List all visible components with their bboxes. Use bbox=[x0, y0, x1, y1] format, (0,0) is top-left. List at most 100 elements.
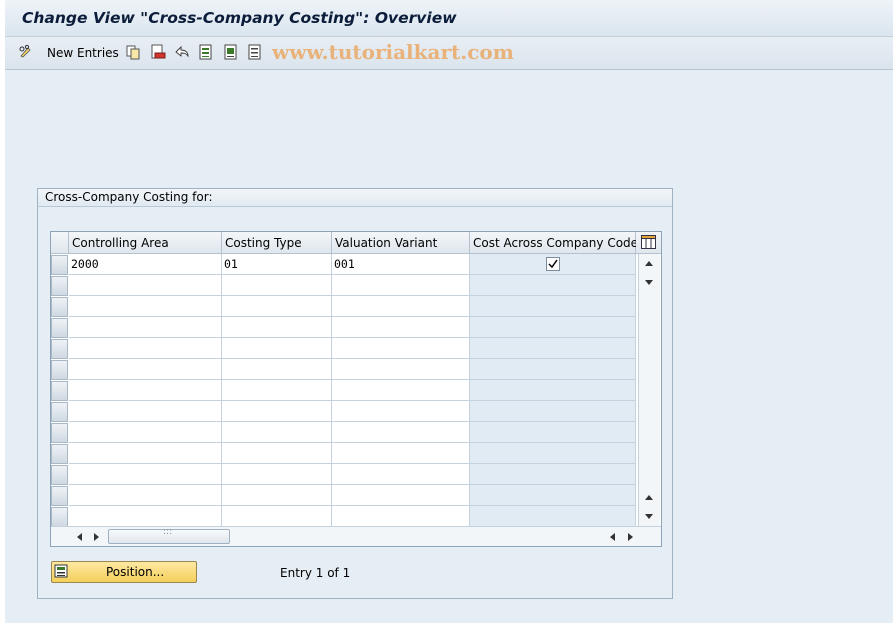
delete-icon[interactable] bbox=[150, 44, 166, 60]
row-selector[interactable] bbox=[51, 444, 68, 464]
cell-costing-type[interactable] bbox=[222, 443, 332, 464]
cell-costing-type[interactable] bbox=[222, 317, 332, 338]
row-selector[interactable] bbox=[51, 318, 68, 338]
scroll-column-right-icon[interactable] bbox=[625, 531, 635, 541]
cell-valuation-variant[interactable] bbox=[332, 506, 470, 527]
cell-valuation-variant[interactable] bbox=[332, 380, 470, 401]
cell-costing-type[interactable] bbox=[222, 485, 332, 506]
cell-controlling-area[interactable] bbox=[69, 401, 222, 422]
cell-costing-type[interactable] bbox=[222, 380, 332, 401]
horizontal-scroll-thumb[interactable]: ::: bbox=[108, 527, 230, 544]
column-header-costing-type[interactable]: Costing Type bbox=[222, 232, 332, 254]
column-header-controlling-area[interactable]: Controlling Area bbox=[69, 232, 222, 254]
position-button[interactable]: Position... bbox=[51, 561, 197, 583]
row-selector[interactable] bbox=[51, 360, 68, 380]
cell-cost-across-company-codes[interactable] bbox=[470, 485, 636, 506]
cell-controlling-area[interactable] bbox=[69, 359, 222, 380]
cell-cost-across-company-codes[interactable] bbox=[470, 296, 636, 317]
cell-valuation-variant[interactable] bbox=[332, 422, 470, 443]
cell-controlling-area[interactable] bbox=[69, 380, 222, 401]
cell-costing-type[interactable] bbox=[222, 506, 332, 527]
select-all-icon[interactable] bbox=[198, 44, 214, 60]
cell-valuation-variant[interactable] bbox=[332, 464, 470, 485]
cell-costing-type[interactable] bbox=[222, 296, 332, 317]
column-header-cost-across-company-codes[interactable]: Cost Across Company Codes bbox=[470, 232, 644, 254]
cell-cost-across-company-codes[interactable] bbox=[470, 422, 636, 443]
row-selector[interactable] bbox=[51, 276, 68, 296]
scroll-up-icon[interactable] bbox=[642, 257, 656, 271]
cell-valuation-variant[interactable] bbox=[332, 443, 470, 464]
cell-cost-across-company-codes[interactable] bbox=[470, 401, 636, 422]
scroll-column-left-icon[interactable] bbox=[608, 531, 618, 541]
watermark-text: www.tutorialkart.com bbox=[272, 40, 514, 64]
table-settings-icon[interactable] bbox=[641, 235, 656, 252]
cell-cost-across-company-codes[interactable] bbox=[470, 359, 636, 380]
page-title: Change View "Cross-Company Costing": Ove… bbox=[22, 9, 457, 27]
cell-valuation-variant[interactable] bbox=[332, 359, 470, 380]
row-selector[interactable] bbox=[51, 486, 68, 506]
scroll-page-up-icon[interactable] bbox=[642, 491, 656, 505]
cell-valuation-variant[interactable] bbox=[332, 401, 470, 422]
cell-cost-across-company-codes[interactable] bbox=[470, 338, 636, 359]
cell-costing-type[interactable]: 01 bbox=[222, 254, 332, 275]
row-selector[interactable] bbox=[51, 297, 68, 317]
cell-valuation-variant[interactable] bbox=[332, 275, 470, 296]
deselect-all-icon[interactable] bbox=[247, 44, 263, 60]
table-row bbox=[69, 443, 636, 464]
cell-controlling-area[interactable] bbox=[69, 296, 222, 317]
cell-valuation-variant[interactable]: 001 bbox=[332, 254, 470, 275]
scroll-right-icon[interactable] bbox=[91, 531, 101, 541]
cell-cost-across-company-codes[interactable] bbox=[470, 254, 636, 275]
undo-icon[interactable] bbox=[174, 44, 190, 60]
application-toolbar: New Entries www.tutorialkart.com bbox=[5, 37, 893, 70]
table-row: 2000 01 001 bbox=[69, 254, 636, 275]
cell-controlling-area[interactable] bbox=[69, 506, 222, 527]
cell-controlling-area[interactable] bbox=[69, 464, 222, 485]
cell-cost-across-company-codes[interactable] bbox=[470, 464, 636, 485]
scroll-left-icon[interactable] bbox=[75, 531, 85, 541]
cell-cost-across-company-codes[interactable] bbox=[470, 443, 636, 464]
cell-controlling-area[interactable] bbox=[69, 422, 222, 443]
cell-controlling-area[interactable] bbox=[69, 338, 222, 359]
cell-controlling-area[interactable] bbox=[69, 317, 222, 338]
row-selector[interactable] bbox=[51, 423, 68, 443]
cell-cost-across-company-codes[interactable] bbox=[470, 317, 636, 338]
cell-valuation-variant[interactable] bbox=[332, 338, 470, 359]
scroll-down-icon[interactable] bbox=[642, 275, 656, 289]
select-block-icon[interactable] bbox=[223, 44, 239, 60]
row-selector[interactable] bbox=[51, 465, 68, 485]
cell-valuation-variant[interactable] bbox=[332, 296, 470, 317]
row-selector[interactable] bbox=[51, 339, 68, 359]
cell-controlling-area[interactable] bbox=[69, 275, 222, 296]
cell-costing-type[interactable] bbox=[222, 422, 332, 443]
horizontal-scrollbar[interactable]: ::: bbox=[51, 526, 661, 546]
new-entries-button[interactable]: New Entries bbox=[47, 46, 119, 60]
table-settings-header[interactable] bbox=[636, 232, 661, 254]
cell-costing-type[interactable] bbox=[222, 401, 332, 422]
cell-controlling-area[interactable] bbox=[69, 443, 222, 464]
cell-valuation-variant[interactable] bbox=[332, 317, 470, 338]
position-button-label: Position... bbox=[106, 565, 165, 579]
cell-controlling-area[interactable] bbox=[69, 485, 222, 506]
cost-across-checkbox[interactable] bbox=[546, 257, 560, 271]
cell-costing-type[interactable] bbox=[222, 338, 332, 359]
cell-controlling-area[interactable]: 2000 bbox=[69, 254, 222, 275]
scroll-page-down-icon[interactable] bbox=[642, 509, 656, 523]
row-selector[interactable] bbox=[51, 402, 68, 422]
cell-costing-type[interactable] bbox=[222, 464, 332, 485]
cell-cost-across-company-codes[interactable] bbox=[470, 275, 636, 296]
vertical-scrollbar[interactable] bbox=[638, 254, 660, 526]
row-selector[interactable] bbox=[51, 381, 68, 401]
cell-costing-type[interactable] bbox=[222, 275, 332, 296]
select-all-rows-header[interactable] bbox=[51, 232, 69, 254]
row-selector[interactable] bbox=[51, 507, 68, 527]
row-selector[interactable] bbox=[51, 255, 68, 275]
cell-valuation-variant[interactable] bbox=[332, 485, 470, 506]
cell-cost-across-company-codes[interactable] bbox=[470, 380, 636, 401]
cell-cost-across-company-codes[interactable] bbox=[470, 506, 636, 527]
pencil-glasses-icon[interactable] bbox=[18, 44, 34, 60]
cell-costing-type[interactable] bbox=[222, 359, 332, 380]
copy-icon[interactable] bbox=[125, 44, 141, 60]
table-row bbox=[69, 275, 636, 296]
column-header-valuation-variant[interactable]: Valuation Variant bbox=[332, 232, 470, 254]
